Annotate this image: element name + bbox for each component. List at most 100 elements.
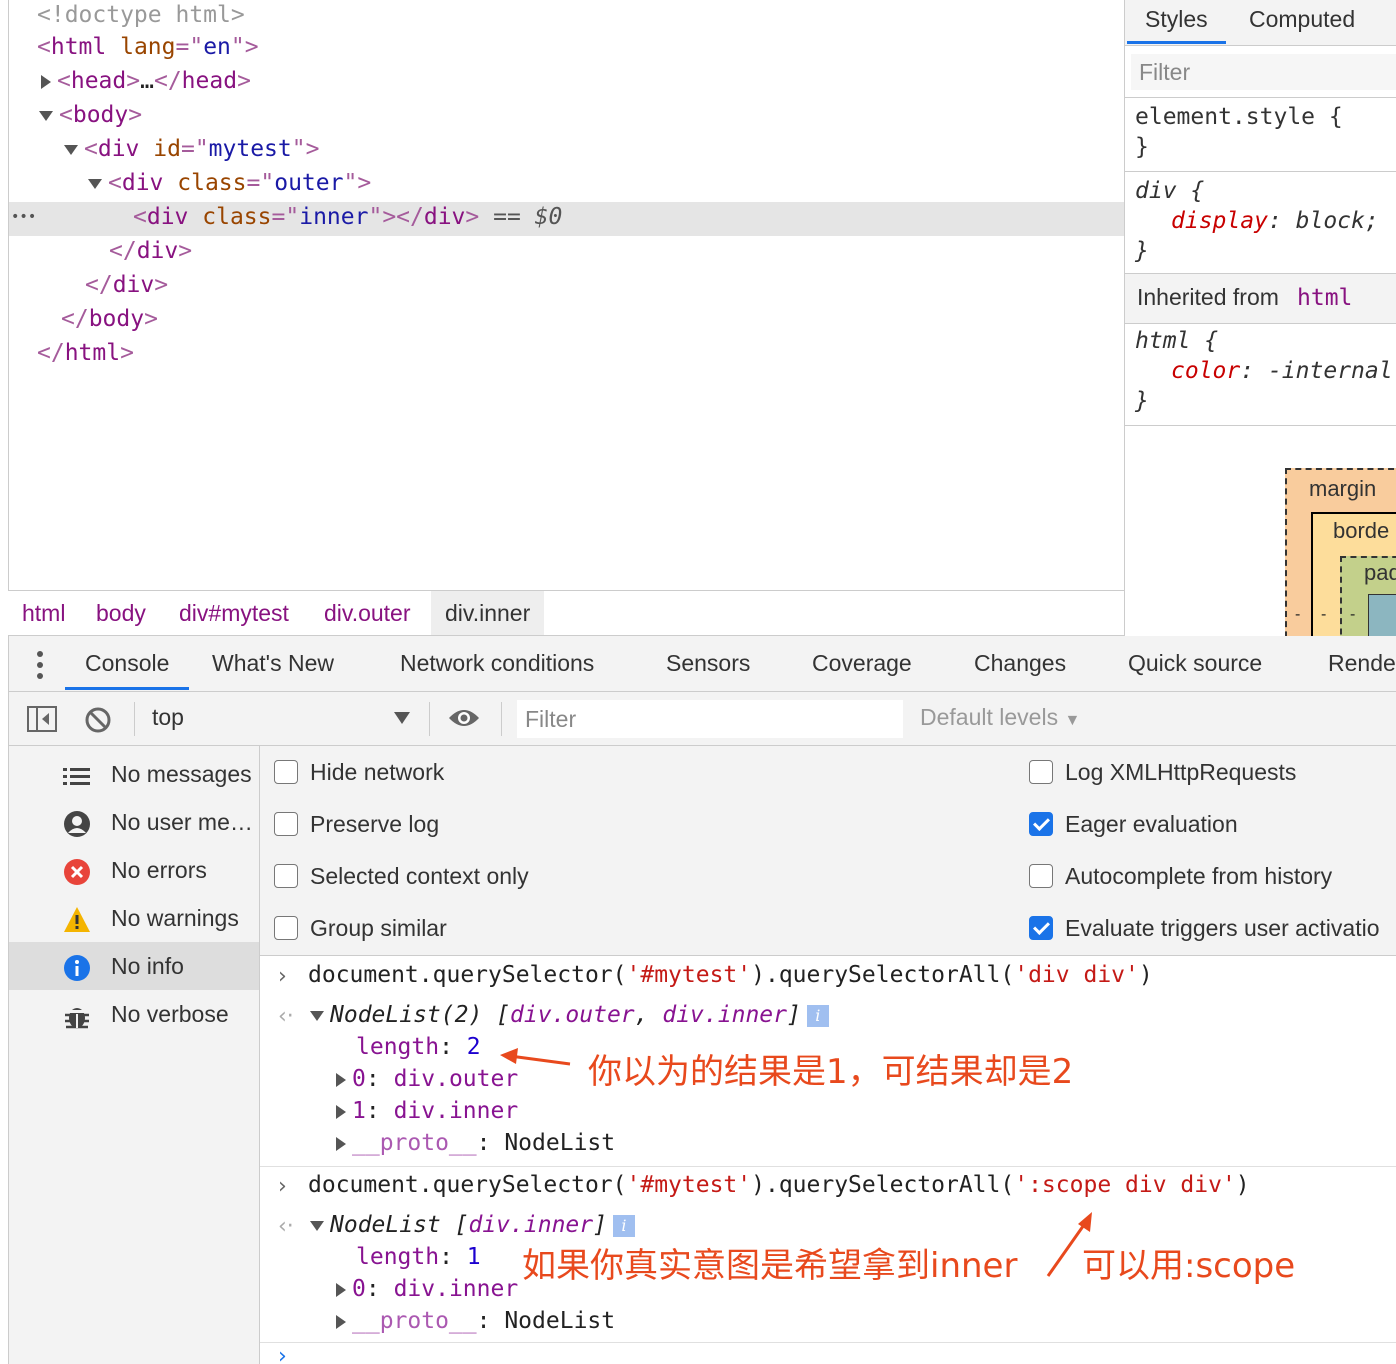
row-menu-icon[interactable]: ••• xyxy=(11,202,36,232)
crumb-inner[interactable]: div.inner xyxy=(431,591,545,635)
sidebar-item-user-messages[interactable]: No user me… xyxy=(9,798,259,846)
checkbox[interactable] xyxy=(1029,759,1053,784)
collapse-arrow-icon[interactable] xyxy=(39,110,53,121)
sidebar-item-warnings[interactable]: No warnings xyxy=(9,894,259,942)
div-tag: div xyxy=(121,170,164,196)
result-entry-0[interactable]: 0: div.inner xyxy=(336,1276,518,1302)
console-filter-input[interactable]: Filter xyxy=(517,700,903,738)
padding-label: pad xyxy=(1364,560,1396,585)
prop-key: length xyxy=(356,1244,440,1270)
sidebar-item-label: No info xyxy=(111,953,184,979)
sidebar-item-info[interactable]: No info xyxy=(9,942,259,990)
setting-label: Eager evaluation xyxy=(1065,811,1238,837)
console-input-prompt-icon[interactable]: › xyxy=(278,1344,287,1364)
tab-styles[interactable]: Styles xyxy=(1127,0,1226,44)
checkbox-checked[interactable] xyxy=(1029,915,1053,940)
expand-arrow-icon[interactable] xyxy=(336,1136,346,1151)
collapse-arrow-icon[interactable] xyxy=(310,1220,324,1231)
setting-eager-evaluation[interactable]: Eager evaluation xyxy=(1029,804,1238,844)
setting-hide-network[interactable]: Hide network xyxy=(274,752,444,792)
result-type: NodeList xyxy=(330,1212,441,1238)
setting-evaluate-triggers[interactable]: Evaluate triggers user activatio xyxy=(1029,908,1396,948)
sidebar-item-messages[interactable]: No messages xyxy=(9,750,259,798)
inherited-tag[interactable]: html xyxy=(1297,285,1352,311)
crumb-outer[interactable]: div.outer xyxy=(310,591,425,635)
head-ellipsis[interactable]: … xyxy=(140,68,154,94)
log-levels-select[interactable]: Default levels ▼ xyxy=(920,704,1080,731)
expand-arrow-icon[interactable] xyxy=(41,74,51,89)
checkbox[interactable] xyxy=(274,759,298,784)
sidebar-item-verbose[interactable]: No verbose xyxy=(9,990,259,1038)
mytest-node[interactable]: <div id="mytest"> xyxy=(64,134,319,168)
sidebar-item-errors[interactable]: No errors xyxy=(9,846,259,894)
collapse-arrow-icon[interactable] xyxy=(88,178,102,189)
setting-log-xhr[interactable]: Log XMLHttpRequests xyxy=(1029,752,1296,792)
tab-sensors[interactable]: Sensors xyxy=(666,636,750,690)
html-node[interactable]: <html lang="en"> xyxy=(37,32,259,66)
box-model-content[interactable] xyxy=(1368,594,1396,636)
display-val: block; xyxy=(1295,208,1379,234)
html-close-node[interactable]: </html> xyxy=(37,338,134,372)
collapse-arrow-icon[interactable] xyxy=(64,144,78,155)
cmd-string: ':scope div div' xyxy=(1014,1172,1236,1198)
outer-node[interactable]: <div class="outer"> xyxy=(88,168,371,202)
result-entry-0[interactable]: 0: div.outer xyxy=(336,1066,518,1092)
mytest-close-node[interactable]: </div> xyxy=(85,270,168,304)
tab-console[interactable]: Console xyxy=(65,636,190,690)
tab-changes[interactable]: Changes xyxy=(974,636,1066,690)
checkbox-checked[interactable] xyxy=(1029,811,1053,836)
info-icon xyxy=(64,955,90,981)
outer-close-node[interactable]: </div> xyxy=(109,236,192,270)
clear-console-icon[interactable] xyxy=(84,706,112,734)
collapse-arrow-icon[interactable] xyxy=(310,1010,324,1021)
setting-preserve-log[interactable]: Preserve log xyxy=(274,804,439,844)
expand-arrow-icon[interactable] xyxy=(336,1104,346,1119)
tab-network-conditions[interactable]: Network conditions xyxy=(400,636,594,690)
checkbox[interactable] xyxy=(274,915,298,940)
expand-arrow-icon[interactable] xyxy=(336,1314,346,1329)
console-command[interactable]: document.querySelector('#mytest').queryS… xyxy=(308,962,1153,988)
body-node[interactable]: <body> xyxy=(39,100,142,134)
crumb-html[interactable]: html xyxy=(8,591,79,635)
head-node[interactable]: <head>…</head> xyxy=(41,66,251,100)
cmd-text: ) xyxy=(1235,1172,1250,1198)
body-close-node[interactable]: </body> xyxy=(61,304,158,338)
more-vert-icon[interactable] xyxy=(35,650,45,680)
tab-rendering[interactable]: Rende xyxy=(1328,636,1396,690)
result-proto[interactable]: __proto__: NodeList xyxy=(336,1308,615,1334)
tab-whats-new[interactable]: What's New xyxy=(212,636,334,690)
result-nodelist[interactable]: NodeList [div.inner] i xyxy=(310,1212,635,1238)
checkbox[interactable] xyxy=(274,863,298,888)
expand-arrow-icon[interactable] xyxy=(336,1072,346,1087)
console-command[interactable]: document.querySelector('#mytest').queryS… xyxy=(308,1172,1250,1198)
checkbox[interactable] xyxy=(1029,863,1053,888)
prop-key: 0 xyxy=(352,1276,366,1302)
tab-quick-source[interactable]: Quick source xyxy=(1128,636,1262,690)
styles-filter-input[interactable]: Filter xyxy=(1131,54,1396,90)
info-badge-icon[interactable]: i xyxy=(612,1214,635,1237)
context-select[interactable]: top xyxy=(152,704,184,731)
expand-arrow-icon[interactable] xyxy=(336,1282,346,1297)
doctype-node[interactable]: <!doctype html> xyxy=(37,0,245,34)
result-comma: , xyxy=(634,1002,663,1028)
margin-value: - xyxy=(1295,606,1301,623)
chevron-down-icon[interactable] xyxy=(394,712,410,724)
sidebar-toggle-icon[interactable] xyxy=(27,706,57,732)
crumb-mytest[interactable]: div#mytest xyxy=(165,591,303,635)
border-value: - xyxy=(1321,606,1327,623)
setting-autocomplete-history[interactable]: Autocomplete from history xyxy=(1029,856,1332,896)
setting-group-similar[interactable]: Group similar xyxy=(274,908,447,948)
body-close-tag: body xyxy=(88,306,145,332)
eye-icon[interactable] xyxy=(447,706,481,730)
tab-coverage[interactable]: Coverage xyxy=(812,636,912,690)
setting-selected-context-only[interactable]: Selected context only xyxy=(274,856,529,896)
result-nodelist[interactable]: NodeList(2) [div.outer, div.inner] i xyxy=(310,1002,829,1028)
result-proto[interactable]: __proto__: NodeList xyxy=(336,1130,615,1156)
element-style-selector[interactable]: element.style { xyxy=(1135,104,1343,130)
info-badge-icon[interactable]: i xyxy=(806,1004,829,1027)
tab-computed[interactable]: Computed xyxy=(1249,0,1355,44)
crumb-body[interactable]: body xyxy=(82,591,160,635)
inner-node-selected[interactable]: ••• <div class="inner"></div> == $0 xyxy=(9,202,1124,236)
result-entry-1[interactable]: 1: div.inner xyxy=(336,1098,518,1124)
checkbox[interactable] xyxy=(274,811,298,836)
